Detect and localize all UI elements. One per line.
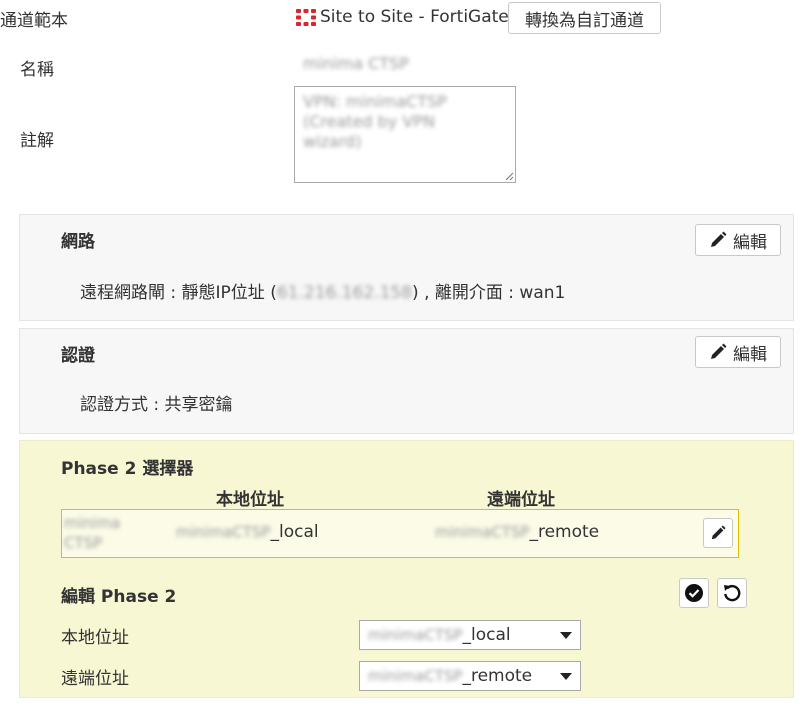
remote-address-name: minimaCTSP xyxy=(435,523,530,541)
undo-icon xyxy=(724,584,741,602)
edit-label: 編輯 xyxy=(733,344,767,365)
phase2-selectors-title: Phase 2 選擇器 xyxy=(61,459,194,479)
selector-name: minima CTSP xyxy=(64,513,120,553)
name-field[interactable]: minima CTSP xyxy=(303,54,409,73)
auth-detail: 認證方式 : 共享密鑰 xyxy=(80,395,233,415)
network-section: 網路 編輯 遠程網路閘 : 靜態IP位址 (61.216.162.158) , … xyxy=(19,214,794,321)
local-address-label: 本地位址 xyxy=(61,628,129,648)
auth-edit-button[interactable]: 編輯 xyxy=(695,336,781,368)
auth-title: 認證 xyxy=(61,346,95,366)
local-address-select[interactable]: minimaCTSP _local xyxy=(359,620,581,650)
pencil-icon xyxy=(711,231,727,247)
network-detail: 遠程網路閘 : 靜態IP位址 (61.216.162.158) , 離開介面 :… xyxy=(80,278,565,303)
remote-address-suffix: _remote xyxy=(529,522,600,542)
name-label: 名稱 xyxy=(20,60,54,80)
selector-edit-button[interactable] xyxy=(703,518,733,548)
selector-name-line: CTSP xyxy=(64,534,103,552)
local-address-name: minimaCTSP xyxy=(176,523,271,541)
remote-address-label: 遠端位址 xyxy=(61,669,129,689)
chevron-down-icon xyxy=(560,673,572,680)
fortigate-grid-icon xyxy=(296,9,316,26)
convert-to-custom-tunnel-button[interactable]: 轉換為自訂通道 xyxy=(508,2,661,34)
local-select-suffix: _local xyxy=(462,625,511,645)
selector-remote-address: minimaCTSP_remote xyxy=(435,522,599,542)
comment-line: wizard) xyxy=(303,132,362,151)
network-detail-suffix: ) , 離開介面 : wan1 xyxy=(412,283,566,303)
chevron-down-icon xyxy=(560,632,572,639)
remote-gateway-ip: 61.216.162.158 xyxy=(276,283,413,303)
edit-phase2-title: 編輯 Phase 2 xyxy=(61,587,177,607)
network-edit-button[interactable]: 編輯 xyxy=(695,224,781,256)
check-circle-icon xyxy=(685,584,703,602)
local-address-suffix: _local xyxy=(270,522,319,542)
comment-textarea[interactable]: VPN: minimaCTSP (Created by VPN wizard) xyxy=(294,86,516,183)
comment-line: (Created by VPN xyxy=(303,112,435,131)
resize-grip-icon[interactable] xyxy=(504,171,514,181)
local-select-value: minimaCTSP xyxy=(368,626,463,644)
auth-section: 認證 編輯 認證方式 : 共享密鑰 xyxy=(19,328,794,434)
remote-address-select[interactable]: minimaCTSP _remote xyxy=(359,661,581,691)
name-value: minima CTSP xyxy=(303,54,409,73)
column-header-local: 本地位址 xyxy=(216,490,284,510)
revert-button[interactable] xyxy=(717,578,747,608)
template-label: 通道範本 xyxy=(0,11,68,31)
phase2-section: Phase 2 選擇器 本地位址 遠端位址 minima CTSP minima… xyxy=(19,440,794,698)
network-detail-prefix: 遠程網路閘 : 靜態IP位址 ( xyxy=(80,283,277,303)
comment-label: 註解 xyxy=(20,131,54,151)
remote-select-suffix: _remote xyxy=(462,666,533,686)
network-title: 網路 xyxy=(61,232,95,252)
confirm-button[interactable] xyxy=(679,578,709,608)
remote-select-value: minimaCTSP xyxy=(368,667,463,685)
comment-line: VPN: minimaCTSP xyxy=(303,92,447,111)
selector-local-address: minimaCTSP_local xyxy=(176,522,319,542)
pencil-icon xyxy=(711,525,726,540)
phase2-selector-row[interactable]: minima CTSP minimaCTSP_local minimaCTSP_… xyxy=(61,509,739,558)
pencil-icon xyxy=(711,343,727,359)
edit-label: 編輯 xyxy=(733,232,767,253)
template-value: Site to Site - FortiGate xyxy=(320,7,509,27)
column-header-remote: 遠端位址 xyxy=(487,490,555,510)
selector-name-line: minima xyxy=(64,514,121,532)
